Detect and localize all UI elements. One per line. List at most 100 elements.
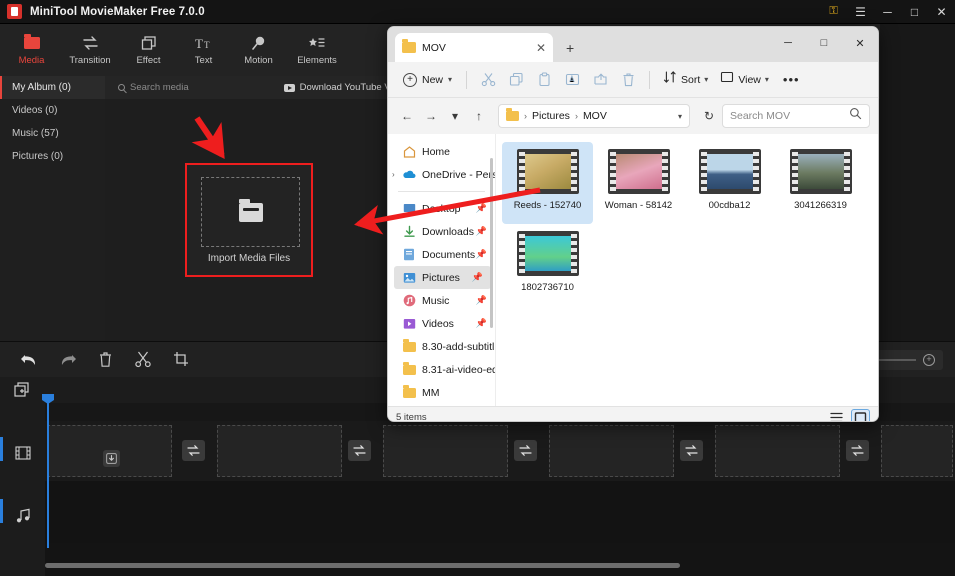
explorer-tab-title: MOV [422, 41, 446, 54]
undo-button[interactable] [10, 342, 48, 378]
timeline-clip-slot[interactable] [549, 425, 674, 477]
close-icon[interactable]: ✕ [536, 41, 546, 55]
playhead[interactable] [47, 403, 49, 548]
pin-icon[interactable]: 📌 [476, 295, 487, 306]
explorer-window-controls: ─ □ ✕ [770, 27, 878, 62]
tab-text[interactable]: TT Text [176, 24, 231, 76]
pin-icon[interactable]: 📌 [476, 249, 487, 260]
chevron-down-icon: ▾ [764, 75, 769, 84]
timeline-clip-slot[interactable] [881, 425, 953, 477]
share-icon[interactable] [586, 67, 614, 93]
search-media-input[interactable]: Search media [118, 82, 189, 93]
delete-icon[interactable] [614, 67, 642, 93]
film-strip-icon[interactable] [14, 444, 31, 461]
nav-item-music[interactable]: Music 📌 [388, 289, 495, 312]
breadcrumb-mov[interactable]: MOV [583, 110, 607, 122]
paste-icon[interactable] [530, 67, 558, 93]
sort-button[interactable]: Sort ▾ [657, 70, 714, 89]
explorer-tab-mov[interactable]: MOV ✕ [395, 33, 553, 62]
search-input[interactable]: Search MOV [722, 104, 870, 128]
nav-item-home[interactable]: Home [388, 140, 495, 163]
tab-elements[interactable]: Elements [286, 24, 348, 76]
folder-icon [402, 39, 416, 53]
crop-button[interactable] [162, 342, 200, 378]
import-media-files-button[interactable]: Import Media Files [185, 163, 313, 277]
app-titlebar: MiniTool MovieMaker Free 7.0.0 ⚿ ☰ ─ □ ✕ [0, 0, 955, 24]
transition-slot-button[interactable] [182, 440, 205, 461]
transition-slot-button[interactable] [514, 440, 537, 461]
breadcrumb[interactable]: › Pictures › MOV ▾ [498, 104, 690, 128]
license-key-icon[interactable]: ⚿ [820, 0, 847, 24]
view-button[interactable]: View ▾ [714, 70, 775, 89]
tab-media[interactable]: Media [4, 24, 59, 76]
pin-icon[interactable]: 📌 [476, 318, 487, 329]
forward-arrow-icon[interactable]: → [420, 105, 442, 127]
new-tab-button[interactable]: + [566, 40, 574, 56]
pin-icon[interactable]: 📌 [472, 272, 483, 283]
pin-icon[interactable]: 📌 [476, 203, 487, 214]
add-media-icon[interactable] [14, 382, 29, 397]
thumbnail-view-icon[interactable] [851, 409, 870, 421]
maximize-button[interactable]: □ [901, 0, 928, 24]
transition-slot-button[interactable] [348, 440, 371, 461]
file-item[interactable]: Reeds - 152740 [502, 142, 593, 224]
redo-button[interactable] [48, 342, 86, 378]
breadcrumb-pictures[interactable]: Pictures [532, 110, 570, 122]
sidebar-item-pictures[interactable]: Pictures (0) [0, 145, 105, 168]
nav-item-desktop[interactable]: Desktop 📌 [388, 197, 495, 220]
sidebar-item-videos[interactable]: Videos (0) [0, 99, 105, 122]
pin-icon[interactable]: 📌 [476, 226, 487, 237]
nav-item-videos[interactable]: Videos 📌 [388, 312, 495, 335]
list-view-icon[interactable] [827, 409, 846, 421]
timeline-horizontal-scrollbar[interactable] [45, 563, 680, 568]
tab-effect[interactable]: Effect [121, 24, 176, 76]
audio-track[interactable] [45, 481, 955, 543]
videos-icon [402, 317, 416, 331]
download-arrow-icon[interactable] [103, 450, 120, 467]
up-arrow-icon[interactable]: ↑ [468, 105, 490, 127]
tab-transition[interactable]: Transition [59, 24, 121, 76]
nav-item-pictures[interactable]: Pictures 📌 [394, 266, 491, 289]
file-item[interactable]: Woman - 58142 [593, 142, 684, 224]
more-options-button[interactable]: ••• [775, 72, 808, 87]
sidebar-item-my-album[interactable]: My Album (0) [0, 76, 105, 99]
refresh-icon[interactable]: ↻ [698, 105, 720, 127]
timeline-clip-slot[interactable] [715, 425, 840, 477]
minimize-button[interactable]: ─ [874, 0, 901, 24]
transition-slot-button[interactable] [846, 440, 869, 461]
rename-icon[interactable] [558, 67, 586, 93]
nav-item-downloads[interactable]: Downloads 📌 [388, 220, 495, 243]
new-button[interactable]: + New ▾ [396, 69, 459, 91]
zoom-in-button[interactable]: + [923, 353, 935, 366]
split-button[interactable] [124, 342, 162, 378]
cut-icon[interactable] [474, 67, 502, 93]
nav-item-documents[interactable]: Documents 📌 [388, 243, 495, 266]
transition-slot-button[interactable] [680, 440, 703, 461]
copy-icon[interactable] [502, 67, 530, 93]
file-item[interactable]: 00cdba12 [684, 142, 775, 224]
video-track[interactable] [45, 421, 955, 481]
explorer-maximize-button[interactable]: □ [806, 27, 842, 59]
app-title: MiniTool MovieMaker Free 7.0.0 [30, 5, 205, 18]
nav-item-folder-2[interactable]: 8.31-ai-video-ed [388, 358, 495, 381]
close-button[interactable]: ✕ [928, 0, 955, 24]
timeline-clip-slot[interactable] [217, 425, 342, 477]
tab-motion[interactable]: Motion [231, 24, 286, 76]
file-item[interactable]: 3041266319 [775, 142, 866, 224]
menu-icon[interactable]: ☰ [847, 0, 874, 24]
explorer-minimize-button[interactable]: ─ [770, 27, 806, 59]
nav-item-folder-3[interactable]: MM [388, 381, 495, 404]
delete-button[interactable] [86, 342, 124, 378]
back-arrow-icon[interactable]: ← [396, 105, 418, 127]
navigation-pane-scrollbar[interactable] [490, 158, 493, 328]
recent-locations-icon[interactable]: ▾ [444, 105, 466, 127]
chevron-down-icon[interactable]: ▾ [678, 112, 682, 121]
timeline-clip-slot[interactable] [383, 425, 508, 477]
nav-item-folder-1[interactable]: 8.30-add-subtitl [388, 335, 495, 358]
file-item[interactable]: 1802736710 [502, 224, 593, 306]
sidebar-item-music[interactable]: Music (57) [0, 122, 105, 145]
explorer-close-button[interactable]: ✕ [842, 27, 878, 59]
nav-item-onedrive[interactable]: › OneDrive - Pers [388, 163, 495, 186]
music-note-icon[interactable] [14, 507, 31, 524]
chevron-right-icon[interactable]: › [392, 170, 395, 179]
